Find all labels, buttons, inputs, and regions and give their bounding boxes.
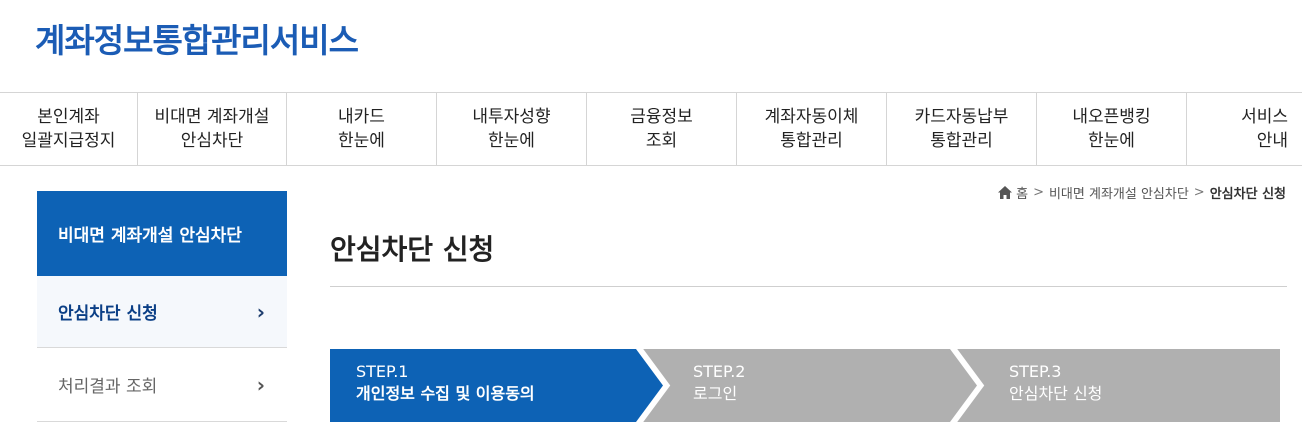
site-logo[interactable]: 계좌정보통합관리서비스	[35, 14, 359, 62]
step-2: STEP.2 로그인	[693, 361, 745, 405]
gnb-item-label: 일괄지급정지	[21, 131, 116, 151]
breadcrumb-current: 안심차단 신청	[1209, 187, 1286, 202]
gnb-item-label: 계좌자동이체	[764, 107, 859, 127]
chevron-right-icon: ›	[256, 372, 265, 397]
gnb-item-service-guide[interactable]: 서비스 안내	[1187, 93, 1302, 165]
gnb-item-finance-info[interactable]: 금융정보 조회	[587, 93, 737, 165]
chevron-right-icon: ›	[256, 299, 265, 324]
gnb-item-card-autopay[interactable]: 카드자동납부 통합관리	[887, 93, 1037, 165]
gnb-item-label: 통합관리	[780, 131, 843, 151]
home-icon	[998, 186, 1013, 199]
gnb-item-label: 금융정보	[630, 107, 693, 127]
step-3-shape	[956, 349, 1280, 422]
gnb-item-auto-transfer[interactable]: 계좌자동이체 통합관리	[737, 93, 887, 165]
side-nav: 비대면 계좌개설 안심차단 안심차단 신청 › 처리결과 조회 ›	[37, 191, 287, 422]
side-nav-item-apply-block[interactable]: 안심차단 신청 ›	[37, 276, 287, 348]
breadcrumb: 홈 > 비대면 계좌개설 안심차단 > 안심차단 신청	[998, 183, 1286, 202]
step-number: STEP.1	[356, 362, 409, 381]
gnb-item-label: 한눈에	[1088, 131, 1135, 151]
step-3: STEP.3 안심차단 신청	[1009, 361, 1102, 405]
step-number: STEP.2	[693, 362, 746, 381]
title-divider	[330, 286, 1287, 287]
gnb-item-label: 내카드	[338, 107, 385, 127]
gnb-item-label: 한눈에	[488, 131, 535, 151]
side-nav-item-label: 처리결과 조회	[58, 377, 158, 397]
gnb-item-label: 안내	[1256, 131, 1288, 151]
gnb-item-label: 한눈에	[338, 131, 385, 151]
gnb-item-label: 비대면 계좌개설	[154, 107, 270, 127]
gnb-item-open-banking[interactable]: 내오픈뱅킹 한눈에	[1037, 93, 1187, 165]
gnb-item-noncontact-block[interactable]: 비대면 계좌개설 안심차단	[138, 93, 287, 165]
gnb-item-bulk-suspend[interactable]: 본인계좌 일괄지급정지	[0, 93, 138, 165]
gnb-item-label: 통합관리	[930, 131, 993, 151]
side-nav-item-result-inquiry[interactable]: 처리결과 조회 ›	[37, 348, 287, 422]
step-indicator: STEP.1 개인정보 수집 및 이용동의 STEP.2 로그인 STEP.3 …	[330, 349, 1280, 422]
step-label: 로그인	[693, 384, 738, 403]
step-number: STEP.3	[1009, 362, 1062, 381]
step-1: STEP.1 개인정보 수집 및 이용동의	[356, 361, 535, 405]
gnb-item-label: 서비스	[1241, 107, 1288, 127]
global-nav: 본인계좌 일괄지급정지 비대면 계좌개설 안심차단 내카드 한눈에 내투자성향 …	[0, 92, 1302, 166]
gnb-item-label: 내오픈뱅킹	[1072, 107, 1151, 127]
gnb-item-label: 안심차단	[180, 131, 244, 151]
side-nav-item-label: 안심차단 신청	[58, 304, 158, 324]
chevron-right-icon: >	[1193, 185, 1205, 200]
step-label: 개인정보 수집 및 이용동의	[356, 384, 535, 403]
gnb-item-invest-profile[interactable]: 내투자성향 한눈에	[437, 93, 587, 165]
breadcrumb-item[interactable]: 비대면 계좌개설 안심차단	[1049, 183, 1189, 202]
chevron-right-icon: >	[1033, 185, 1044, 200]
breadcrumb-home[interactable]: 홈	[1016, 183, 1028, 202]
page-title: 안심차단 신청	[330, 233, 495, 266]
gnb-item-label: 카드자동납부	[914, 107, 1009, 127]
gnb-item-label: 내투자성향	[472, 107, 551, 127]
step-label: 안심차단 신청	[1009, 384, 1103, 403]
gnb-item-my-card[interactable]: 내카드 한눈에	[287, 93, 437, 165]
gnb-item-label: 조회	[645, 131, 678, 151]
side-nav-title: 비대면 계좌개설 안심차단	[37, 191, 287, 276]
gnb-item-label: 본인계좌	[37, 107, 100, 127]
